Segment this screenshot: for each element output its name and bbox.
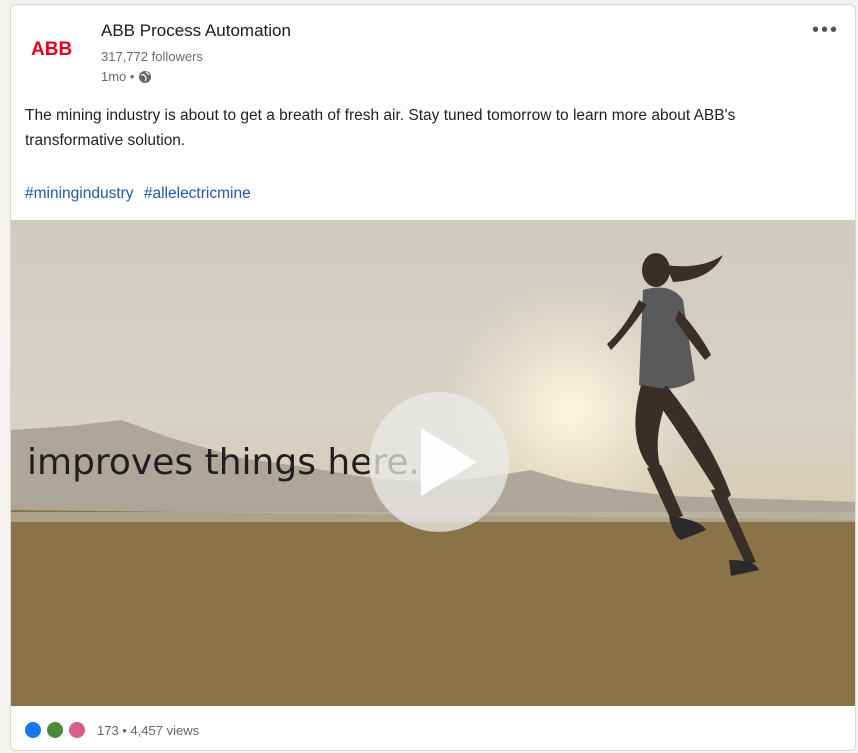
post-time: 1mo • (101, 69, 152, 84)
play-button[interactable] (369, 392, 509, 532)
company-logo[interactable]: ABB (31, 39, 72, 61)
reaction-and-view-counts[interactable]: 173 • 4,457 views (97, 723, 199, 738)
hashtag-link[interactable]: #miningindustry (25, 185, 134, 202)
post-time-label: 1mo • (101, 69, 135, 84)
love-reaction-icon[interactable] (69, 722, 85, 738)
author-name[interactable]: ABB Process Automation (101, 21, 291, 41)
post-footer: 173 • 4,457 views (11, 708, 855, 750)
globe-icon (139, 70, 152, 83)
post-header: ABB ABB Process Automation 317,772 follo… (11, 5, 855, 97)
hashtags: #miningindustry #allelectricmine (25, 185, 257, 203)
follower-count: 317,772 followers (101, 49, 203, 64)
video-player[interactable]: improves things here. (11, 220, 855, 706)
post-text: The mining industry is about to get a br… (25, 107, 736, 149)
like-reaction-icon[interactable] (25, 722, 41, 738)
video-caption: improves things here. (27, 442, 420, 483)
play-icon (421, 428, 477, 496)
post-card: ABB ABB Process Automation 317,772 follo… (10, 4, 856, 751)
celebrate-reaction-icon[interactable] (47, 722, 63, 738)
more-options-button[interactable]: ••• (812, 19, 839, 42)
hashtag-link[interactable]: #allelectricmine (144, 185, 251, 202)
